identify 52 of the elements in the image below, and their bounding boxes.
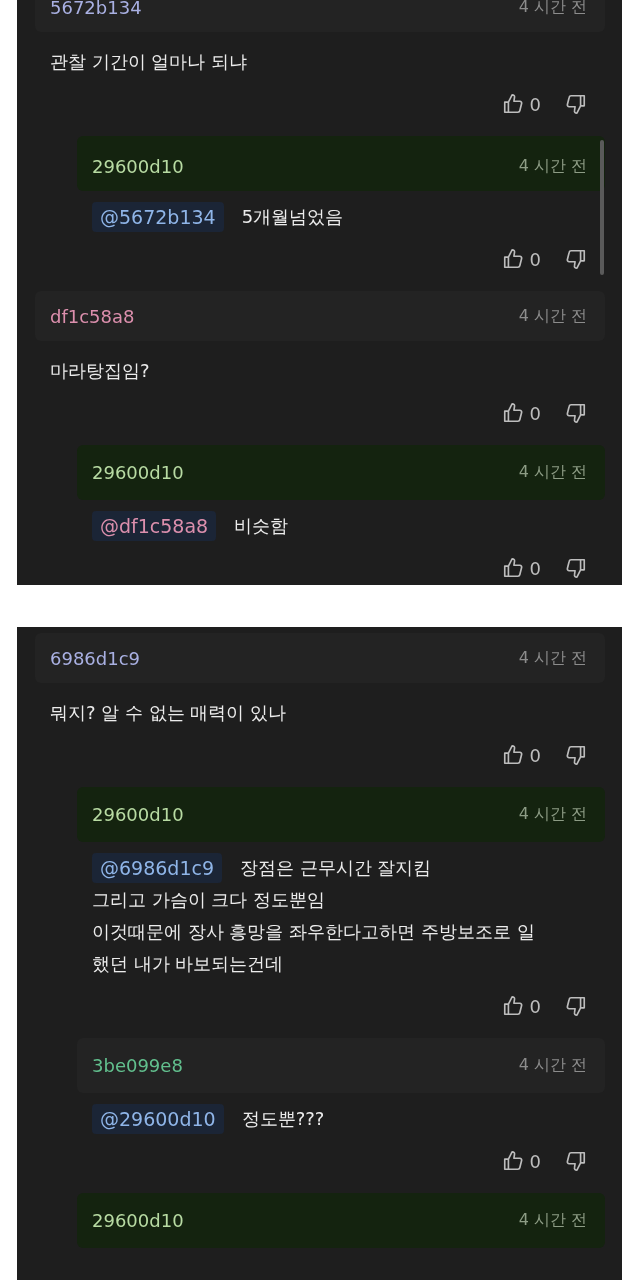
comment-text: 그리고 가슴이 크다 정도뿐임	[92, 888, 326, 912]
thumbs-down-icon[interactable]	[565, 248, 587, 270]
thumbs-up-icon[interactable]	[501, 995, 524, 1017]
comment-text: 5개월넘었음	[241, 205, 344, 229]
comment-text: 뭐지? 알 수 없는 매력이 있나	[50, 701, 287, 725]
like-count: 0	[529, 995, 541, 1017]
thumbs-down-icon[interactable]	[565, 744, 587, 766]
comment-text: 비슷함	[234, 514, 289, 538]
comment-text: 관찰 기간이 얼마나 되냐	[50, 50, 248, 74]
timestamp: 4 시간 전	[518, 0, 587, 18]
like-count: 0	[529, 402, 541, 424]
timestamp: 4 시간 전	[518, 647, 587, 669]
mention-tag[interactable]: @5672b134	[92, 202, 224, 232]
username[interactable]: df1c58a8	[50, 305, 135, 327]
like-count: 0	[529, 1150, 541, 1172]
thumbs-up-icon[interactable]	[501, 557, 524, 579]
username[interactable]: 5672b134	[50, 0, 142, 18]
comment-text: 이것때문에 장사 흥망을 좌우한다고하면 주방보조로 일	[92, 920, 535, 944]
mention-tag[interactable]: @6986d1c9	[92, 853, 223, 883]
comment-text: 했던 내가 바보되는건데	[92, 952, 284, 976]
like-count: 0	[529, 248, 541, 270]
thumbs-down-icon[interactable]	[565, 402, 587, 424]
like-count: 0	[529, 744, 541, 766]
username[interactable]: 29600d10	[92, 156, 184, 177]
thumbs-down-icon[interactable]	[565, 1150, 587, 1172]
comment-text: 장점은 근무시간 잘지킴	[240, 856, 432, 880]
username[interactable]: 3be099e8	[92, 1055, 183, 1076]
scrollbar[interactable]	[600, 140, 604, 275]
thumbs-down-icon[interactable]	[565, 995, 587, 1017]
thumbs-up-icon[interactable]	[501, 744, 524, 766]
timestamp: 4 시간 전	[518, 804, 587, 825]
username[interactable]: 29600d10	[92, 1210, 184, 1231]
username[interactable]: 29600d10	[92, 462, 184, 483]
thumbs-up-icon[interactable]	[501, 248, 524, 270]
like-count: 0	[529, 93, 541, 115]
thumbs-up-icon[interactable]	[501, 402, 524, 424]
thumbs-down-icon[interactable]	[565, 557, 587, 579]
like-count: 0	[529, 557, 541, 579]
mention-tag[interactable]: @29600d10	[92, 1104, 224, 1134]
thumbs-up-icon[interactable]	[501, 1150, 524, 1172]
username[interactable]: 29600d10	[92, 804, 184, 825]
timestamp: 4 시간 전	[518, 1210, 587, 1231]
timestamp: 4 시간 전	[518, 305, 587, 327]
comment-text: 정도뿐???	[241, 1107, 325, 1131]
username[interactable]: 6986d1c9	[50, 647, 141, 669]
comment-text: 마라탕집임?	[50, 359, 150, 383]
timestamp: 4 시간 전	[518, 462, 587, 483]
thumbs-down-icon[interactable]	[565, 93, 587, 115]
timestamp: 4 시간 전	[518, 1055, 587, 1076]
timestamp: 4 시간 전	[518, 156, 587, 177]
mention-tag[interactable]: @df1c58a8	[92, 511, 217, 541]
thumbs-up-icon[interactable]	[501, 93, 524, 115]
